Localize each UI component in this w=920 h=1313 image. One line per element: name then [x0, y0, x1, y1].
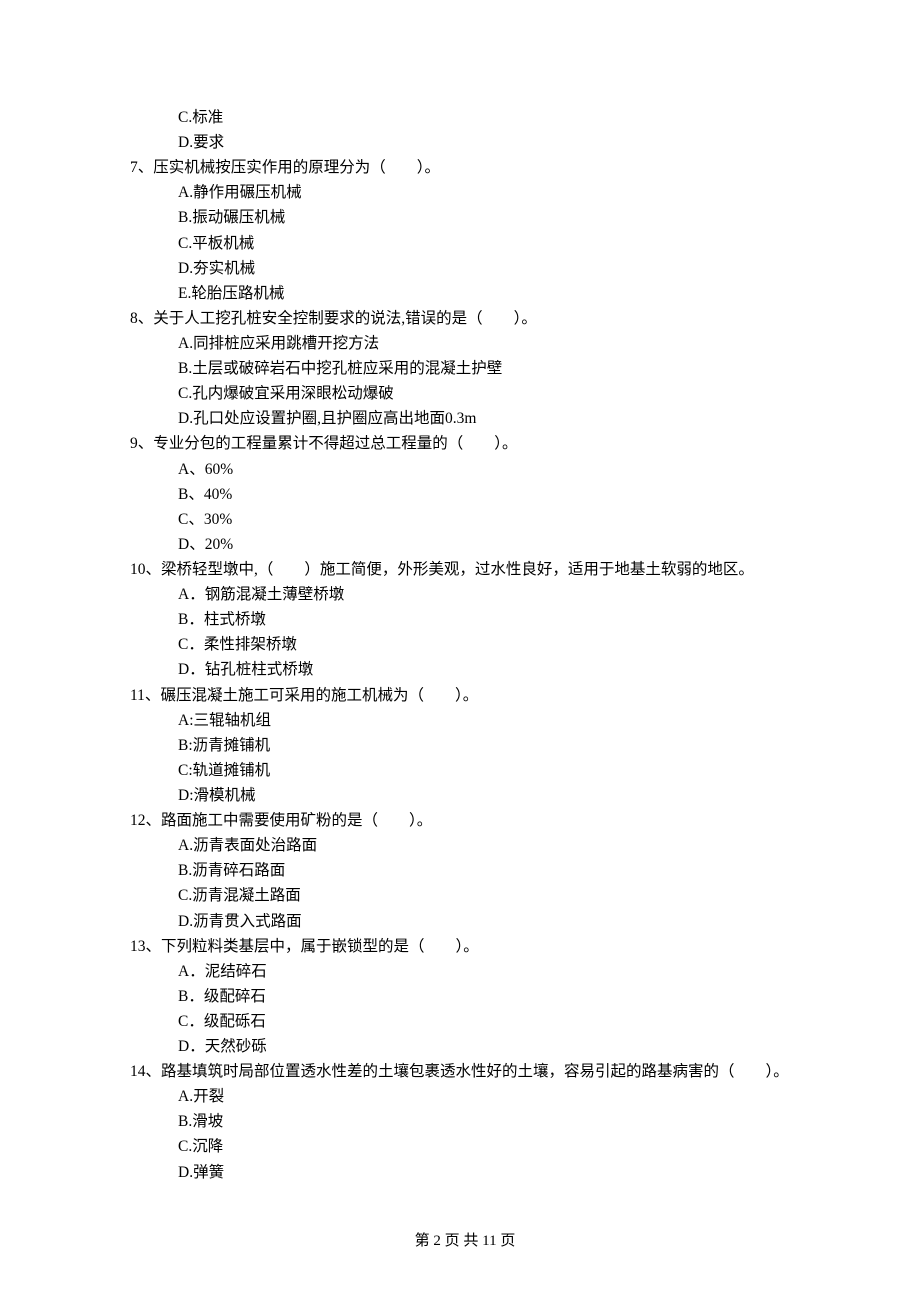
question-stem: 14、路基填筑时局部位置透水性差的土壤包裹透水性好的土壤，容易引起的路基病害的（…: [130, 1059, 800, 1084]
question-text: 专业分包的工程量累计不得超过总工程量的（ ）。: [153, 435, 517, 452]
question-stem: 7、压实机械按压实作用的原理分为（ ）。: [130, 155, 800, 180]
question-block: 8、关于人工挖孔桩安全控制要求的说法,错误的是（ ）。 A.同排桩应采用跳槽开挖…: [130, 306, 800, 432]
option-item: B.振动碾压机械: [130, 205, 800, 230]
question-block: 13、下列粒料类基层中，属于嵌锁型的是（ ）。 A．泥结碎石 B．级配碎石 C．…: [130, 934, 800, 1060]
option-item: B．级配碎石: [130, 984, 800, 1009]
question-block: 12、路面施工中需要使用矿粉的是（ ）。 A.沥青表面处治路面 B.沥青碎石路面…: [130, 808, 800, 934]
option-item: D.孔口处应设置护圈,且护圈应高出地面0.3m: [130, 406, 800, 431]
question-number: 10、: [130, 561, 161, 578]
option-item: B.土层或破碎岩石中挖孔桩应采用的混凝土护壁: [130, 356, 800, 381]
option-item: D.弹簧: [130, 1160, 800, 1185]
question-number: 9、: [130, 435, 153, 452]
option-item: C:轨道摊铺机: [130, 758, 800, 783]
option-item: D．天然砂砾: [130, 1034, 800, 1059]
question-text: 梁桥轻型墩中,（ ）施工简便，外形美观，过水性良好，适用于地基土软弱的地区。: [161, 561, 754, 578]
question-number: 11、: [130, 687, 160, 704]
option-item: D.夯实机械: [130, 256, 800, 281]
question-number: 14、: [130, 1063, 161, 1080]
question-number: 8、: [130, 310, 153, 327]
option-item: C.孔内爆破宜采用深眼松动爆破: [130, 381, 800, 406]
question-text: 路面施工中需要使用矿粉的是（ ）。: [161, 812, 432, 829]
question-block: 14、路基填筑时局部位置透水性差的土壤包裹透水性好的土壤，容易引起的路基病害的（…: [130, 1059, 800, 1185]
option-item: A、60%: [130, 457, 800, 482]
question-block: 10、梁桥轻型墩中,（ ）施工简便，外形美观，过水性良好，适用于地基土软弱的地区…: [130, 557, 800, 683]
question-text: 碾压混凝土施工可采用的施工机械为（ ）。: [160, 687, 478, 704]
option-item: C、30%: [130, 507, 800, 532]
question-text: 路基填筑时局部位置透水性差的土壤包裹透水性好的土壤，容易引起的路基病害的（ ）。: [161, 1063, 789, 1080]
question-text: 关于人工挖孔桩安全控制要求的说法,错误的是（ ）。: [153, 310, 537, 327]
option-item: B.滑坡: [130, 1109, 800, 1134]
page-footer: 第 2 页 共 11 页: [130, 1229, 800, 1253]
option-item: A.静作用碾压机械: [130, 180, 800, 205]
question-text: 下列粒料类基层中，属于嵌锁型的是（ ）。: [161, 938, 479, 955]
option-item: C．柔性排架桥墩: [130, 632, 800, 657]
question-stem: 10、梁桥轻型墩中,（ ）施工简便，外形美观，过水性良好，适用于地基土软弱的地区…: [130, 557, 800, 582]
option-item: A.开裂: [130, 1084, 800, 1109]
option-item: C.标准: [130, 105, 800, 130]
option-item: B．柱式桥墩: [130, 607, 800, 632]
option-item: A:三辊轴机组: [130, 708, 800, 733]
question-stem: 11、碾压混凝土施工可采用的施工机械为（ ）。: [130, 683, 800, 708]
question-block: 9、专业分包的工程量累计不得超过总工程量的（ ）。 A、60% B、40% C、…: [130, 431, 800, 557]
option-item: C.平板机械: [130, 231, 800, 256]
question-number: 7、: [130, 159, 153, 176]
option-item: A．钢筋混凝土薄壁桥墩: [130, 582, 800, 607]
question-stem: 8、关于人工挖孔桩安全控制要求的说法,错误的是（ ）。: [130, 306, 800, 331]
prev-question-options: C.标准 D.要求: [130, 105, 800, 155]
option-item: B.沥青碎石路面: [130, 858, 800, 883]
option-item: C.沉降: [130, 1134, 800, 1159]
question-stem: 12、路面施工中需要使用矿粉的是（ ）。: [130, 808, 800, 833]
option-item: D.要求: [130, 130, 800, 155]
option-item: D.沥青贯入式路面: [130, 909, 800, 934]
option-item: C．级配砾石: [130, 1009, 800, 1034]
option-item: E.轮胎压路机械: [130, 281, 800, 306]
question-number: 13、: [130, 938, 161, 955]
question-block: 7、压实机械按压实作用的原理分为（ ）。 A.静作用碾压机械 B.振动碾压机械 …: [130, 155, 800, 306]
option-item: B、40%: [130, 482, 800, 507]
question-block: 11、碾压混凝土施工可采用的施工机械为（ ）。 A:三辊轴机组 B:沥青摊铺机 …: [130, 683, 800, 809]
option-item: D:滑模机械: [130, 783, 800, 808]
option-item: D、20%: [130, 532, 800, 557]
option-item: A.沥青表面处治路面: [130, 833, 800, 858]
page-content: C.标准 D.要求 7、压实机械按压实作用的原理分为（ ）。 A.静作用碾压机械…: [0, 0, 920, 1313]
option-item: C.沥青混凝土路面: [130, 883, 800, 908]
question-stem: 9、专业分包的工程量累计不得超过总工程量的（ ）。: [130, 431, 800, 456]
question-text: 压实机械按压实作用的原理分为（ ）。: [153, 159, 440, 176]
option-item: B:沥青摊铺机: [130, 733, 800, 758]
option-item: A．泥结碎石: [130, 959, 800, 984]
option-item: D．钻孔桩柱式桥墩: [130, 657, 800, 682]
question-stem: 13、下列粒料类基层中，属于嵌锁型的是（ ）。: [130, 934, 800, 959]
option-item: A.同排桩应采用跳槽开挖方法: [130, 331, 800, 356]
question-number: 12、: [130, 812, 161, 829]
